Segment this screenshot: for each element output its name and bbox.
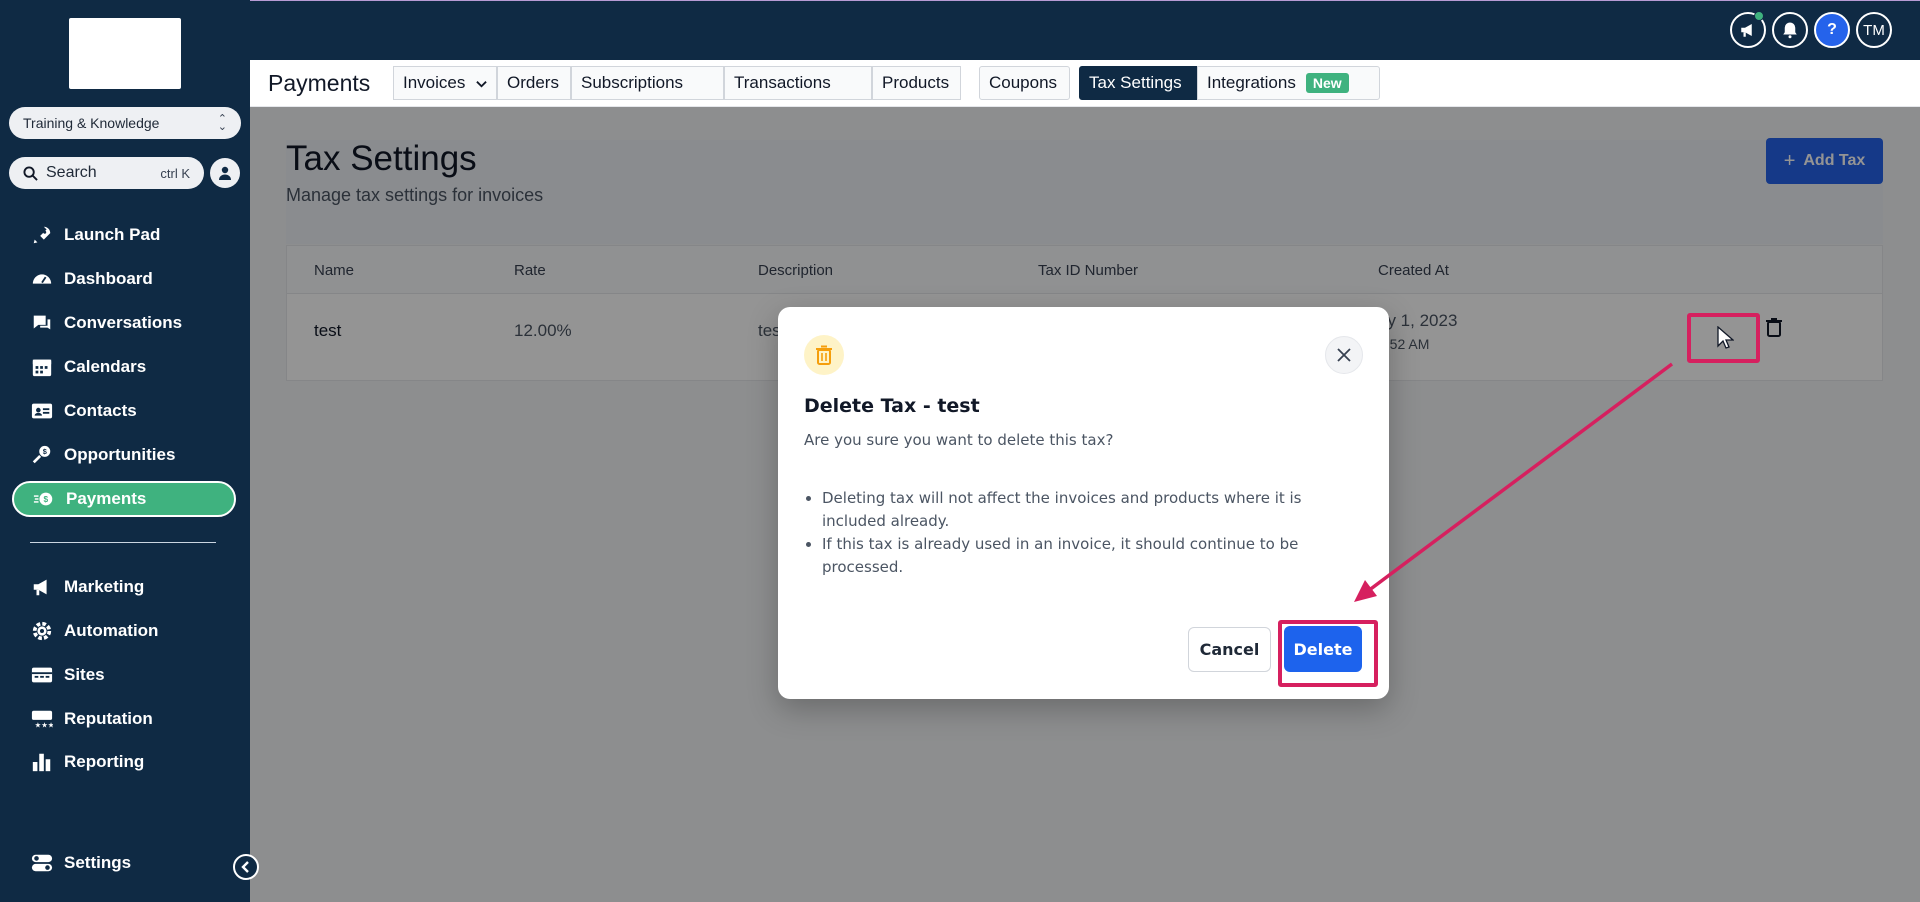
megaphone-icon: [1741, 24, 1752, 37]
chevron-left-icon: [241, 861, 249, 873]
chat-icon: [30, 311, 54, 335]
tab-orders[interactable]: Orders: [497, 66, 571, 100]
help-button[interactable]: ?: [1814, 12, 1850, 48]
sidebar-divider: [30, 542, 216, 543]
collapse-sidebar-button[interactable]: [233, 854, 259, 880]
sidebar-item-label: Opportunities: [64, 445, 176, 464]
sidebar-item-conversations[interactable]: Conversations: [12, 305, 236, 341]
tab-subscriptions[interactable]: Subscriptions: [571, 66, 724, 100]
tab-label: Invoices: [403, 73, 466, 92]
sidebar-item-label: Settings: [64, 853, 132, 872]
payments-tabs: Invoices Orders Subscriptions Transactio…: [393, 66, 1380, 100]
mouse-cursor-icon: [1717, 326, 1734, 349]
sidebar-item-settings[interactable]: Settings: [12, 845, 236, 881]
search-shortcut: ctrl K: [160, 165, 190, 181]
user-icon[interactable]: [210, 158, 240, 188]
chevron-updown-icon: ⌃ ⌄: [217, 113, 227, 133]
payments-icon: $: [32, 487, 56, 511]
tab-transactions[interactable]: Transactions: [724, 66, 872, 100]
new-badge: New: [1305, 73, 1349, 93]
dialog-notes: Deleting tax will not affect the invoice…: [822, 487, 1352, 579]
help-icon: ?: [1827, 21, 1837, 38]
contact-card-icon: [30, 399, 54, 423]
sidebar-item-label: Dashboard: [64, 269, 153, 288]
dialog-title: Delete Tax - test: [804, 395, 980, 417]
toggles-icon: [30, 851, 54, 875]
tab-label: Coupons: [989, 73, 1058, 92]
section-title: Payments: [268, 70, 371, 96]
bell-icon: [1783, 22, 1797, 39]
sidebar-item-label: Sites: [64, 665, 105, 684]
account-name: Training & Knowledge: [23, 115, 160, 131]
funnel-icon: $: [30, 443, 54, 467]
sidebar-item-marketing[interactable]: Marketing: [12, 569, 236, 605]
tab-products[interactable]: Products: [872, 66, 961, 100]
sidebar-item-opportunities[interactable]: $ Opportunities: [12, 437, 236, 473]
payments-subnav: Payments Invoices Orders Subscriptions T…: [250, 60, 1920, 107]
tab-label: Integrations: [1207, 73, 1296, 92]
cancel-button[interactable]: Cancel: [1188, 627, 1271, 672]
sidebar-item-sites[interactable]: Sites: [12, 657, 236, 693]
svg-text:$: $: [43, 447, 47, 456]
gear-icon: [30, 619, 54, 643]
tab-invoices[interactable]: Invoices: [393, 66, 497, 100]
notifications-button[interactable]: [1772, 12, 1808, 48]
sidebar-item-label: Calendars: [64, 357, 147, 376]
sidebar-item-payments[interactable]: $ Payments: [12, 481, 236, 517]
close-icon: [1337, 348, 1351, 362]
sidebar-item-label: Marketing: [64, 577, 145, 596]
sidebar-item-calendars[interactable]: Calendars: [12, 349, 236, 385]
sidebar-item-label: Reputation: [64, 709, 153, 728]
company-logo: [69, 18, 181, 89]
sites-icon: [30, 663, 54, 687]
bar-chart-icon: [30, 750, 54, 774]
avatar-initials: TM: [1863, 21, 1885, 39]
dialog-note: If this tax is already used in an invoic…: [822, 533, 1352, 579]
notification-dot: [1754, 11, 1764, 21]
gauge-icon: [30, 267, 54, 291]
sidebar-item-label: Contacts: [64, 401, 137, 420]
dialog-note: Deleting tax will not affect the invoice…: [822, 487, 1352, 533]
tab-tax-settings[interactable]: Tax Settings: [1079, 66, 1197, 100]
sidebar-item-launch-pad[interactable]: Launch Pad: [12, 217, 236, 253]
tab-integrations[interactable]: Integrations New: [1197, 66, 1380, 100]
rocket-icon: [30, 223, 54, 247]
sidebar-item-automation[interactable]: Automation: [12, 613, 236, 649]
trash-icon: [804, 335, 844, 375]
svg-text:$: $: [44, 495, 49, 504]
star-icon: ★★★: [30, 707, 54, 731]
top-bar: ? TM: [250, 0, 1920, 60]
account-switcher[interactable]: Training & Knowledge ⌃ ⌄: [9, 107, 241, 139]
sidebar-item-reporting[interactable]: Reporting: [12, 744, 236, 780]
sidebar-item-label: Launch Pad: [64, 225, 161, 244]
dialog-question: Are you sure you want to delete this tax…: [804, 431, 1114, 449]
calendar-icon: [30, 355, 54, 379]
chevron-down-icon: [476, 80, 487, 88]
close-dialog-button[interactable]: [1325, 336, 1363, 374]
tab-label: Products: [882, 73, 950, 92]
tab-label: Subscriptions: [581, 73, 684, 92]
search-button[interactable]: Search ctrl K: [9, 157, 204, 189]
sidebar-item-label: Conversations: [64, 313, 183, 332]
sidebar-item-label: Payments: [66, 489, 147, 508]
svg-text:★★★: ★★★: [35, 720, 53, 729]
megaphone-icon: [30, 575, 54, 599]
sidebar-item-dashboard[interactable]: Dashboard: [12, 261, 236, 297]
tab-label: Tax Settings: [1089, 73, 1182, 92]
sidebar-item-label: Automation: [64, 621, 159, 640]
tab-label: Transactions: [734, 73, 831, 92]
tab-label: Orders: [507, 73, 559, 92]
tab-coupons[interactable]: Coupons: [979, 66, 1070, 100]
announcements-button[interactable]: [1730, 11, 1766, 48]
highlight-box-delete: [1278, 620, 1378, 687]
user-avatar-button[interactable]: TM: [1856, 12, 1892, 48]
search-icon: [23, 165, 38, 181]
sidebar: Training & Knowledge ⌃ ⌄ Search ctrl K La…: [0, 0, 250, 902]
sidebar-item-reputation[interactable]: ★★★ Reputation: [12, 701, 236, 737]
search-label: Search: [46, 164, 97, 181]
sidebar-item-contacts[interactable]: Contacts: [12, 393, 236, 429]
sidebar-item-label: Reporting: [64, 752, 145, 771]
